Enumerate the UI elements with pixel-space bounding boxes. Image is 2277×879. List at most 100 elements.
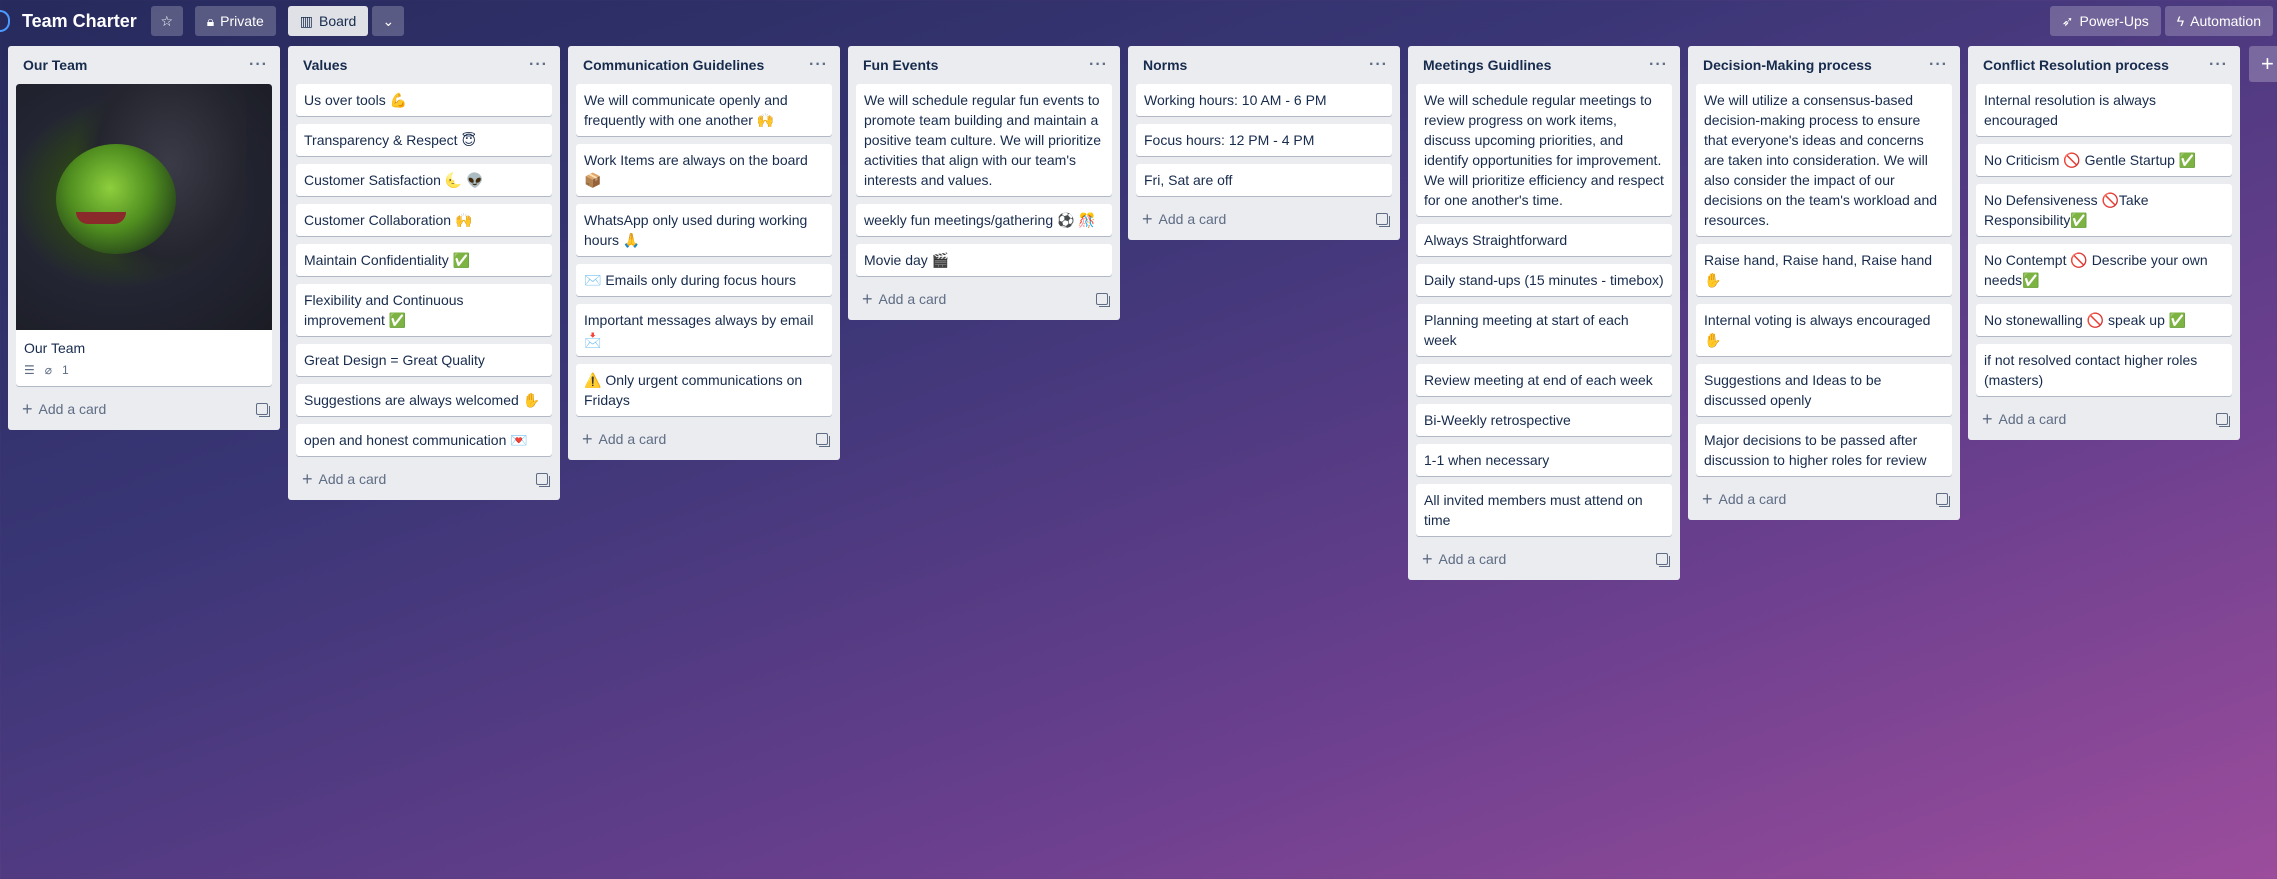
list-item[interactable]: Internal voting is always encouraged ✋ — [1696, 304, 1952, 356]
more-icon[interactable]: ··· — [529, 56, 548, 74]
list-item[interactable]: Planning meeting at start of each week — [1416, 304, 1672, 356]
view-switcher-button[interactable]: ⌄ — [372, 6, 405, 36]
list-item[interactable]: We will communicate openly and frequentl… — [576, 84, 832, 136]
list-our-team: Our Team ··· Our Team ☰ ⌀ 1 + Add a card — [8, 46, 280, 430]
list-header[interactable]: Fun Events ··· — [848, 46, 1120, 84]
list-header[interactable]: Conflict Resolution process ··· — [1968, 46, 2240, 84]
powerups-button[interactable]: ➶ Power-Ups — [2049, 6, 2161, 36]
more-icon[interactable]: ··· — [2209, 56, 2228, 74]
list-item[interactable]: Fri, Sat are off — [1136, 164, 1392, 196]
list-item[interactable]: Suggestions and Ideas to be discussed op… — [1696, 364, 1952, 416]
add-card-label: Add a card — [1438, 551, 1507, 567]
list-item[interactable]: Raise hand, Raise hand, Raise hand ✋ — [1696, 244, 1952, 296]
board-view-button[interactable]: ▥ Board — [287, 6, 369, 36]
more-icon[interactable]: ··· — [809, 56, 828, 74]
list-header[interactable]: Decision-Making process ··· — [1688, 46, 1960, 84]
add-card-button[interactable]: + Add a card — [302, 470, 386, 488]
card-template-icon[interactable] — [816, 433, 830, 447]
list-item[interactable]: No Criticism 🚫 Gentle Startup ✅ — [1976, 144, 2232, 176]
add-card-row: + Add a card — [1128, 204, 1400, 234]
visibility-button[interactable]: 🔒︎ Private — [194, 6, 276, 36]
list-item[interactable]: Bi-Weekly retrospective — [1416, 404, 1672, 436]
card-template-icon[interactable] — [1656, 553, 1670, 567]
card-template-icon[interactable] — [536, 473, 550, 487]
card-template-icon[interactable] — [1096, 293, 1110, 307]
list-header[interactable]: Communication Guidelines ··· — [568, 46, 840, 84]
add-card-button[interactable]: + Add a card — [582, 430, 666, 448]
add-card-button[interactable]: + Add a card — [1702, 490, 1786, 508]
list-item[interactable]: Great Design = Great Quality — [296, 344, 552, 376]
list-item[interactable]: We will schedule regular fun events to p… — [856, 84, 1112, 196]
board-title[interactable]: Team Charter — [22, 11, 137, 32]
list-item[interactable]: WhatsApp only used during working hours … — [576, 204, 832, 256]
list-title[interactable]: Conflict Resolution process — [1983, 57, 2169, 73]
workspace-edge-icon[interactable] — [0, 10, 10, 32]
list-item[interactable]: weekly fun meetings/gathering ⚽ 🎊 — [856, 204, 1112, 236]
list-1: Values ··· Us over tools 💪 Transparency & R… — [288, 46, 560, 500]
add-card-button[interactable]: + Add a card — [1982, 410, 2066, 428]
add-card-button[interactable]: + Add a card — [1422, 550, 1506, 568]
more-icon[interactable]: ··· — [1369, 56, 1388, 74]
automation-button[interactable]: ϟ Automation — [2164, 6, 2273, 36]
card-template-icon[interactable] — [1936, 493, 1950, 507]
list-item[interactable]: Customer Satisfaction 🌜 👽 — [296, 164, 552, 196]
list-title[interactable]: Our Team — [23, 57, 87, 73]
list-header[interactable]: Values ··· — [288, 46, 560, 84]
list-item[interactable]: open and honest communication 💌 — [296, 424, 552, 456]
list-item[interactable]: Customer Collaboration 🙌 — [296, 204, 552, 236]
list-header[interactable]: Our Team ··· — [8, 46, 280, 84]
list-item[interactable]: Maintain Confidentiality ✅ — [296, 244, 552, 276]
card-template-icon[interactable] — [1376, 213, 1390, 227]
powerups-label: Power-Ups — [2079, 13, 2149, 29]
list-item[interactable]: Focus hours: 12 PM - 4 PM — [1136, 124, 1392, 156]
list-item[interactable]: We will utilize a consensus-based decisi… — [1696, 84, 1952, 236]
add-list-button[interactable]: + — [2249, 46, 2277, 82]
list-item[interactable]: Daily stand-ups (15 minutes - timebox) — [1416, 264, 1672, 296]
list-item[interactable]: Us over tools 💪 — [296, 84, 552, 116]
list-item[interactable]: Work Items are always on the board 📦 — [576, 144, 832, 196]
list-5: Meetings Guidlines ··· We will schedule re… — [1408, 46, 1680, 580]
list-title[interactable]: Communication Guidelines — [583, 57, 764, 73]
list-item[interactable]: All invited members must attend on time — [1416, 484, 1672, 536]
list-item[interactable]: ✉️ Emails only during focus hours — [576, 264, 832, 296]
list-header[interactable]: Meetings Guidlines ··· — [1408, 46, 1680, 84]
more-icon[interactable]: ··· — [249, 56, 268, 74]
card-badges: ☰ ⌀ 1 — [24, 360, 264, 380]
list-item[interactable]: Always Straightforward — [1416, 224, 1672, 256]
list-item[interactable]: No Contempt 🚫 Describe your own needs✅ — [1976, 244, 2232, 296]
more-icon[interactable]: ··· — [1929, 56, 1948, 74]
star-button[interactable]: ☆ — [150, 6, 183, 36]
card-title: Our Team — [24, 340, 86, 356]
more-icon[interactable]: ··· — [1089, 56, 1108, 74]
list-item[interactable]: Major decisions to be passed after discu… — [1696, 424, 1952, 476]
list-title[interactable]: Decision-Making process — [1703, 57, 1872, 73]
list-item[interactable]: 1-1 when necessary — [1416, 444, 1672, 476]
add-card-row: + Add a card — [568, 424, 840, 454]
list-item[interactable]: Suggestions are always welcomed ✋ — [296, 384, 552, 416]
list-item[interactable]: Flexibility and Continuous improvement ✅ — [296, 284, 552, 336]
list-title[interactable]: Values — [303, 57, 347, 73]
list-item[interactable]: Review meeting at end of each week — [1416, 364, 1672, 396]
more-icon[interactable]: ··· — [1649, 56, 1668, 74]
card-template-icon[interactable] — [2216, 413, 2230, 427]
list-item[interactable]: No Defensiveness 🚫Take Responsibility✅ — [1976, 184, 2232, 236]
list-title[interactable]: Norms — [1143, 57, 1187, 73]
list-item[interactable]: No stonewalling 🚫 speak up ✅ — [1976, 304, 2232, 336]
list-item[interactable]: We will schedule regular meetings to rev… — [1416, 84, 1672, 216]
card-template-icon[interactable] — [256, 403, 270, 417]
list-title[interactable]: Meetings Guidlines — [1423, 57, 1551, 73]
list-item[interactable]: ⚠️ Only urgent communications on Fridays — [576, 364, 832, 416]
add-card-button[interactable]: + Add a card — [1142, 210, 1226, 228]
list-item[interactable]: Working hours: 10 AM - 6 PM — [1136, 84, 1392, 116]
list-item[interactable]: Transparency & Respect 😇 — [296, 124, 552, 156]
list-title[interactable]: Fun Events — [863, 57, 938, 73]
add-card-button[interactable]: + Add a card — [22, 400, 106, 418]
list-item[interactable]: Important messages always by email 📩 — [576, 304, 832, 356]
add-card-label: Add a card — [878, 291, 947, 307]
list-item[interactable]: if not resolved contact higher roles (ma… — [1976, 344, 2232, 396]
list-item[interactable]: Internal resolution is always encouraged — [1976, 84, 2232, 136]
add-card-button[interactable]: + Add a card — [862, 290, 946, 308]
list-item[interactable]: Our Team ☰ ⌀ 1 — [16, 84, 272, 386]
list-item[interactable]: Movie day 🎬 — [856, 244, 1112, 276]
list-header[interactable]: Norms ··· — [1128, 46, 1400, 84]
